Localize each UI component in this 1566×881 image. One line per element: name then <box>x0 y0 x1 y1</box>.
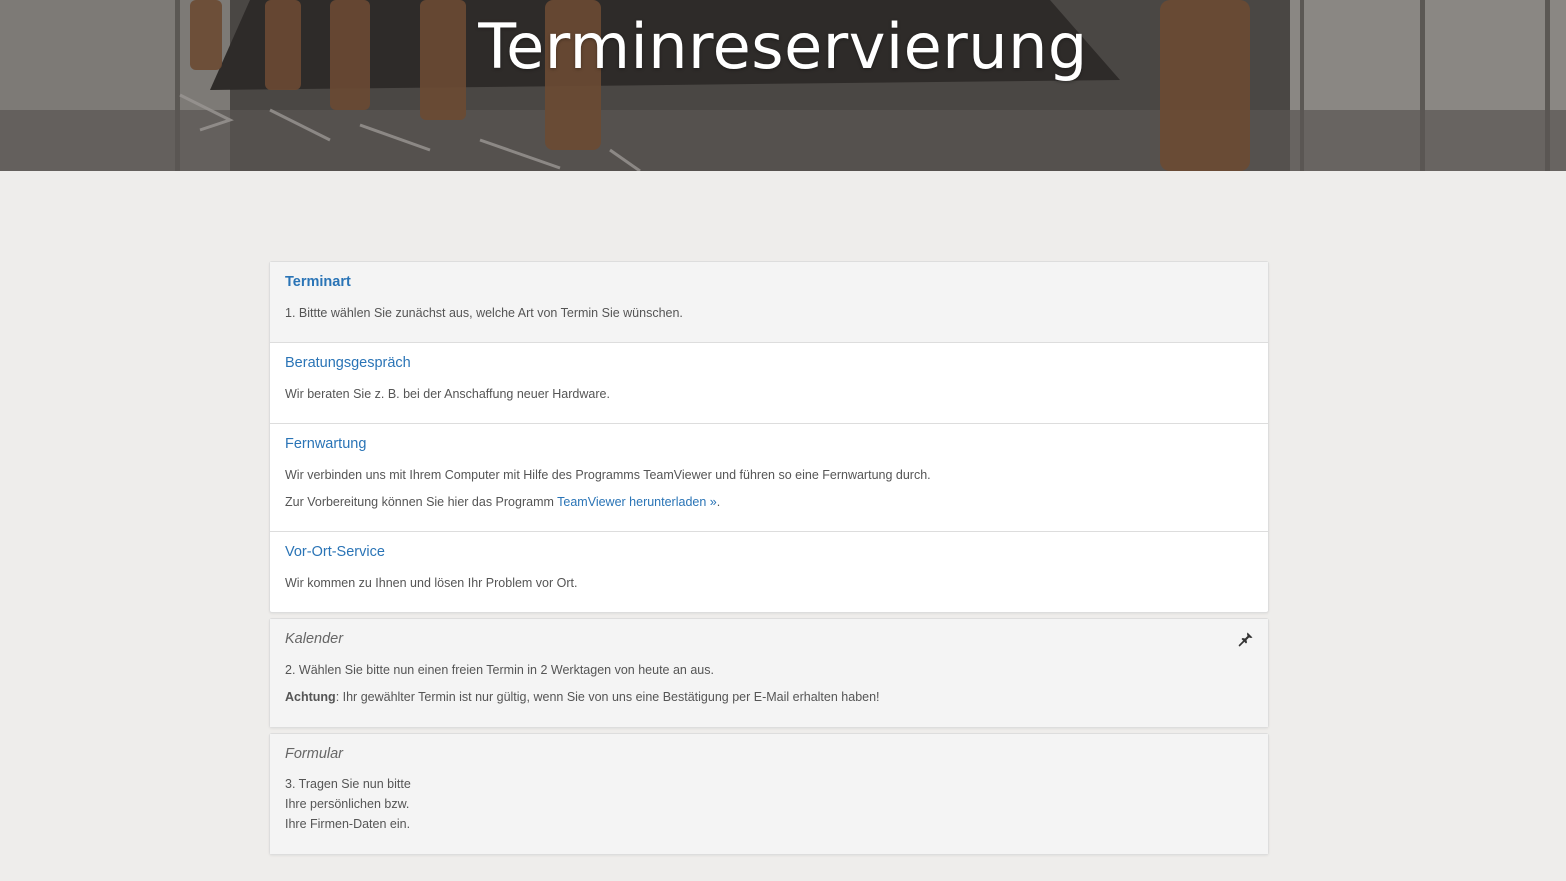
terminart-title: Terminart <box>285 274 351 290</box>
formular-line: Ihre Firmen-Daten ein. <box>285 817 411 831</box>
kalender-title: Kalender <box>285 631 344 647</box>
kalender-panel: Kalender 2. Wählen Sie bitte nun einen f… <box>269 618 1269 728</box>
option-title[interactable]: Vor-Ort-Service <box>285 544 1253 560</box>
formular-header: Formular 3. Tragen Sie nun bitte Ihre pe… <box>270 734 1268 854</box>
option-description: Wir verbinden uns mit Ihrem Computer mit… <box>285 468 931 482</box>
warning-text: : Ihr gewählter Termin ist nur gültig, w… <box>335 690 880 704</box>
warning-label: Achtung <box>285 690 336 704</box>
formular-title: Formular <box>285 746 344 762</box>
formular-line: 3. Tragen Sie nun bitte <box>285 777 411 791</box>
hint-prefix: Zur Vorbereitung können Sie hier das Pro… <box>285 495 558 509</box>
kalender-instruction: 2. Wählen Sie bitte nun einen freien Ter… <box>285 663 714 677</box>
hero-banner: Terminreservierung <box>0 0 1566 171</box>
option-vor-ort-service[interactable]: Vor-Ort-Service Wir kommen zu Ihnen und … <box>270 532 1268 612</box>
formular-line: Ihre persönlichen bzw. <box>285 797 410 811</box>
option-description: Wir kommen zu Ihnen und lösen Ihr Proble… <box>285 576 578 590</box>
terminart-header: Terminart 1. Bittte wählen Sie zunächst … <box>270 262 1268 343</box>
teamviewer-download-link[interactable]: TeamViewer herunterladen » <box>557 495 717 509</box>
option-title[interactable]: Fernwartung <box>285 436 1253 452</box>
pin-icon[interactable] <box>1238 631 1254 647</box>
option-fernwartung[interactable]: Fernwartung Wir verbinden uns mit Ihrem … <box>270 424 1268 532</box>
kalender-warning: Achtung: Ihr gewählter Termin ist nur gü… <box>285 689 1253 705</box>
option-title[interactable]: Beratungsgespräch <box>285 355 1253 371</box>
kalender-header: Kalender 2. Wählen Sie bitte nun einen f… <box>270 619 1268 727</box>
option-description: Wir beraten Sie z. B. bei der Anschaffun… <box>285 387 610 401</box>
teamviewer-hint: Zur Vorbereitung können Sie hier das Pro… <box>285 494 1253 510</box>
hint-suffix: . <box>716 495 721 509</box>
terminart-instruction: 1. Bittte wählen Sie zunächst aus, welch… <box>285 306 683 320</box>
terminart-panel: Terminart 1. Bittte wählen Sie zunächst … <box>269 261 1269 613</box>
page-title: Terminreservierung <box>478 10 1088 83</box>
formular-panel: Formular 3. Tragen Sie nun bitte Ihre pe… <box>269 733 1269 855</box>
option-beratungsgespraech[interactable]: Beratungsgespräch Wir beraten Sie z. B. … <box>270 343 1268 424</box>
